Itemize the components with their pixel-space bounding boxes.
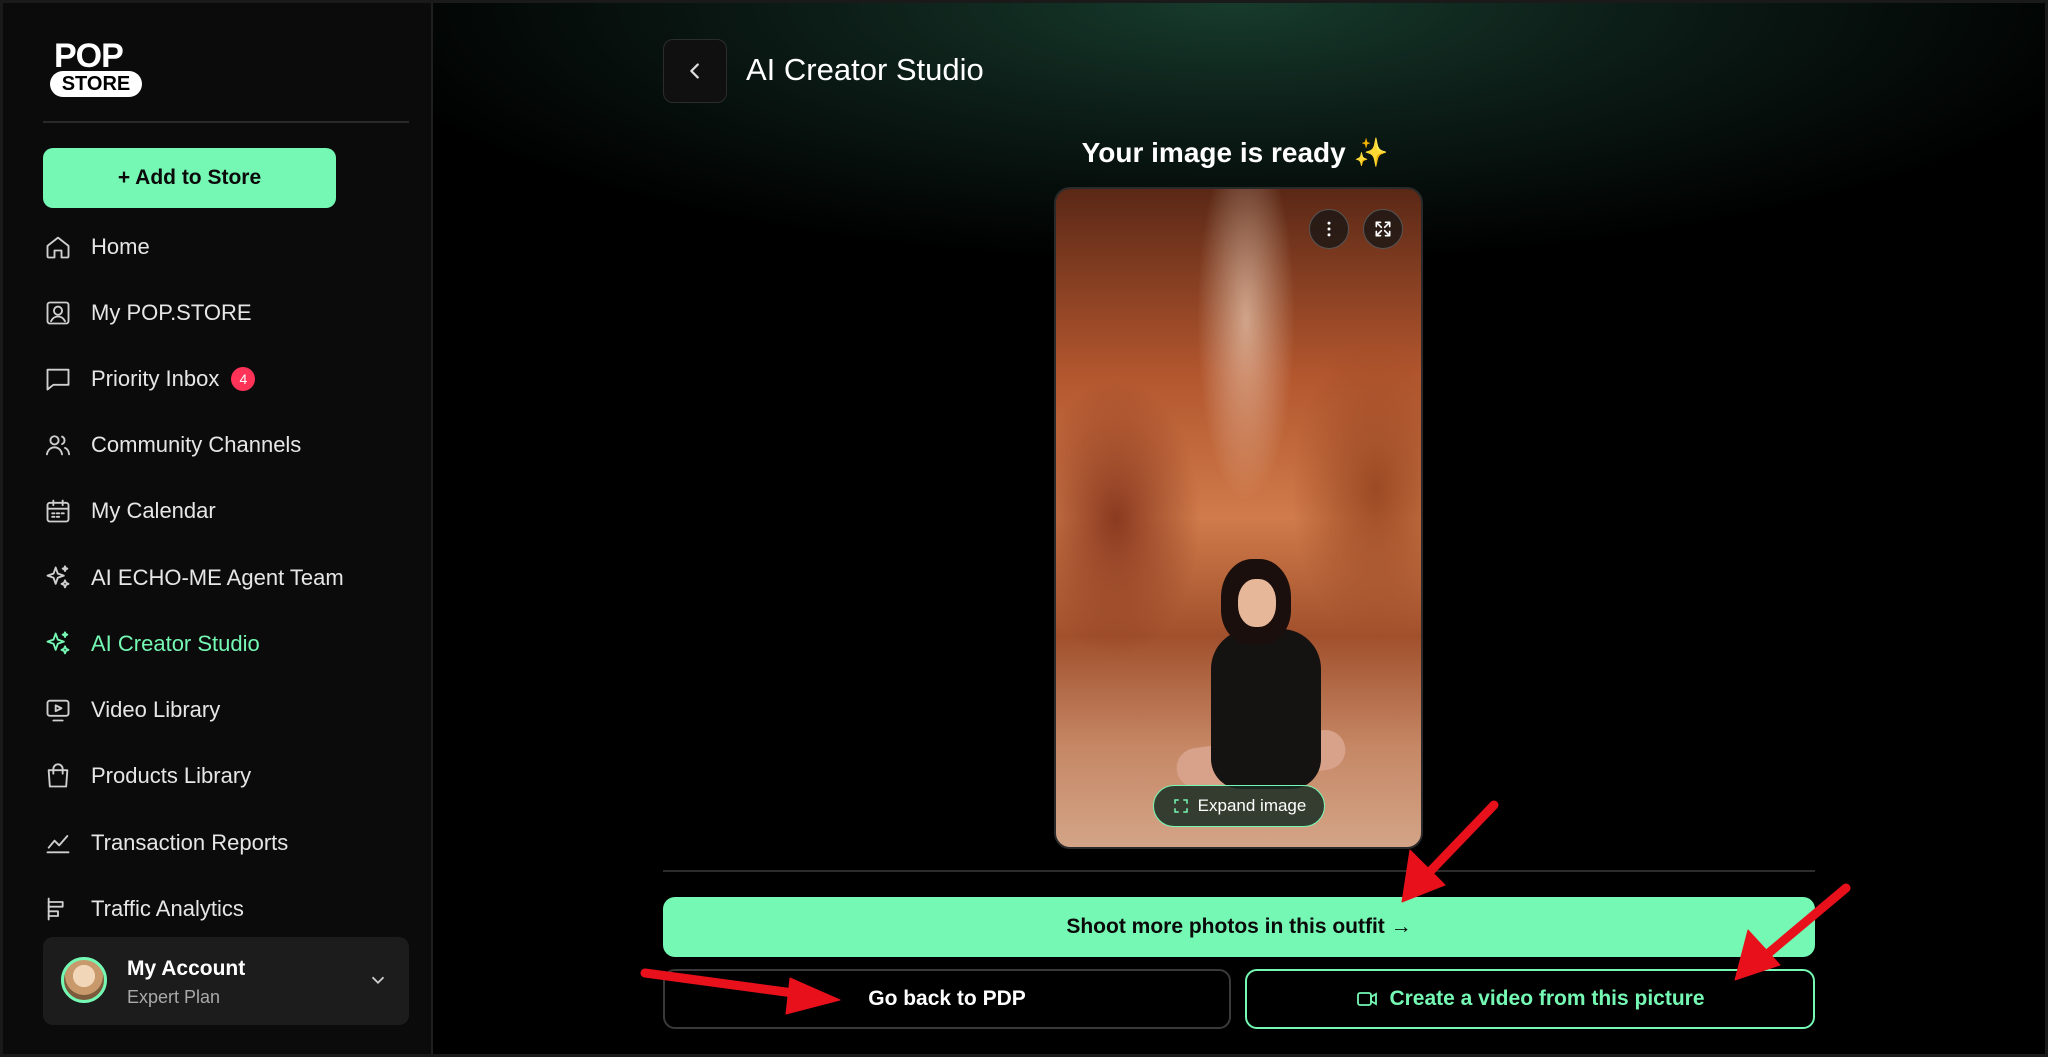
expand-image-label: Expand image <box>1197 796 1307 815</box>
chart-line-icon <box>43 828 73 858</box>
sidebar-item-ai-creator-studio[interactable]: AI Creator Studio <box>43 619 403 669</box>
pop-store-logo[interactable]: POP STORE <box>50 39 146 99</box>
sparkles-icon <box>43 563 73 593</box>
sidebar-item-priority-inbox[interactable]: Priority Inbox 4 <box>43 354 403 404</box>
go-back-to-pdp-button[interactable]: Go back to PDP <box>663 969 1231 1029</box>
page-title: AI Creator Studio <box>746 52 984 87</box>
account-menu[interactable]: My Account Expert Plan <box>43 937 409 1025</box>
model-figure <box>1174 559 1348 809</box>
calendar-icon <box>43 496 73 526</box>
fullscreen-icon <box>1375 221 1391 237</box>
more-options-button[interactable] <box>1309 209 1349 249</box>
chevron-down-icon <box>367 969 389 991</box>
back-button[interactable] <box>663 39 727 103</box>
expand-icon <box>1173 799 1188 813</box>
sidebar-item-community-channels[interactable]: Community Channels <box>43 420 403 470</box>
sidebar-item-label: My Calendar <box>91 498 216 523</box>
bar-chart-icon <box>43 894 73 924</box>
sidebar-item-label: Transaction Reports <box>91 830 289 855</box>
sidebar-item-transaction-reports[interactable]: Transaction Reports <box>43 818 403 868</box>
expand-image-button[interactable]: Expand image <box>1153 785 1325 827</box>
fullscreen-button[interactable] <box>1363 209 1403 249</box>
sidebar-item-traffic-analytics[interactable]: Traffic Analytics <box>43 884 403 934</box>
sidebar-item-label: Video Library <box>91 697 221 722</box>
sidebar-item-label: AI Creator Studio <box>91 631 260 656</box>
chevron-left-icon <box>690 63 699 79</box>
video-icon <box>43 695 73 725</box>
sidebar-item-home[interactable]: Home <box>43 222 403 272</box>
profile-icon <box>43 298 73 328</box>
sidebar-item-my-calendar[interactable]: My Calendar <box>43 486 403 536</box>
sidebar-item-my-popstore[interactable]: My POP.STORE <box>43 288 403 338</box>
home-icon <box>43 232 73 262</box>
image-ready-heading: Your image is ready ✨ <box>1081 137 1389 168</box>
add-to-store-button[interactable]: + Add to Store <box>43 148 336 208</box>
sidebar-item-label: AI ECHO-ME Agent Team <box>91 565 344 590</box>
actions-divider <box>663 870 1815 872</box>
account-name: My Account <box>127 957 246 980</box>
sidebar-item-label: Traffic Analytics <box>91 896 244 921</box>
logo-pop-text: POP <box>54 37 124 75</box>
sidebar-item-ai-echo-me-agent-team[interactable]: AI ECHO-ME Agent Team <box>43 553 403 603</box>
create-video-label: Create a video from this picture <box>1389 987 1705 1010</box>
users-icon <box>43 430 73 460</box>
sidebar-item-label: My POP.STORE <box>91 300 252 325</box>
sidebar: POP STORE + Add to Store Home My POP.STO… <box>3 3 433 1054</box>
unread-count-badge: 4 <box>231 367 256 391</box>
shoot-more-photos-button[interactable]: Shoot more photos in this outfit → <box>663 897 1815 957</box>
logo-store-text: STORE <box>50 71 142 97</box>
create-video-button[interactable]: Create a video from this picture <box>1245 969 1815 1029</box>
sidebar-item-video-library[interactable]: Video Library <box>43 685 403 735</box>
generated-image[interactable]: Expand image <box>1054 187 1423 849</box>
sidebar-item-products-library[interactable]: Products Library <box>43 751 403 801</box>
sidebar-item-label: Community Channels <box>91 432 302 457</box>
go-back-to-pdp-label: Go back to PDP <box>868 987 1026 1010</box>
sidebar-item-label: Home <box>91 234 150 259</box>
more-vertical-icon <box>1327 221 1331 237</box>
sidebar-divider <box>43 121 409 123</box>
account-plan: Expert Plan <box>127 987 221 1007</box>
sparkles-icon <box>43 629 73 659</box>
video-camera-icon <box>1357 992 1378 1006</box>
chat-icon <box>43 364 73 394</box>
sidebar-item-label: Products Library <box>91 763 252 788</box>
sidebar-item-label: Priority Inbox <box>91 366 220 391</box>
bag-icon <box>43 761 73 791</box>
avatar <box>61 957 107 1003</box>
